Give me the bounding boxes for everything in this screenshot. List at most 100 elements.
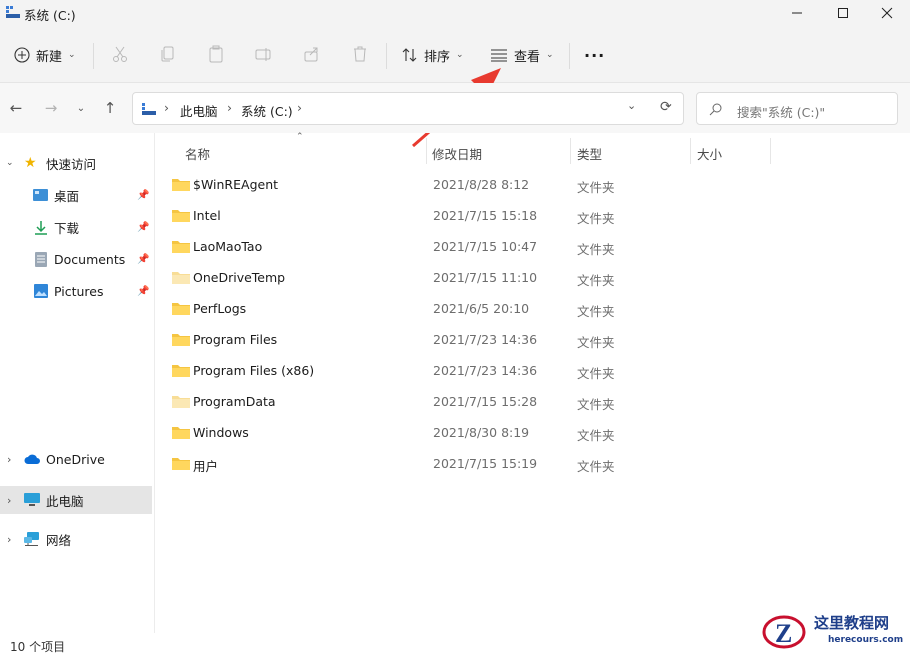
share-icon: [304, 47, 318, 62]
file-date: 2021/7/15 10:47: [433, 239, 538, 254]
sidebar-item-pictures[interactable]: Pictures 📌: [0, 278, 152, 304]
column-header-size[interactable]: 大小: [697, 144, 722, 163]
file-name: $WinREAgent: [193, 177, 279, 192]
rename-button[interactable]: [253, 43, 275, 65]
chevron-right-icon: ›: [7, 532, 12, 546]
file-row[interactable]: ProgramData 2021/7/15 15:28 文件夹: [160, 387, 880, 417]
forward-button[interactable]: →: [41, 97, 61, 119]
file-type: 文件夹: [577, 428, 615, 443]
watermark-logo-icon: Z: [762, 615, 806, 649]
new-button[interactable]: 新建 ⌄: [14, 41, 76, 69]
more-icon: ···: [584, 45, 606, 65]
sidebar-label-downloads: 下载: [54, 220, 80, 236]
paste-button[interactable]: [205, 43, 227, 65]
file-type: 文件夹: [577, 335, 615, 350]
breadcrumb-separator-icon: ›: [297, 100, 302, 115]
folder-icon: [172, 272, 190, 284]
folder-icon: [172, 241, 190, 253]
file-type: 文件夹: [577, 366, 615, 381]
sidebar-item-network[interactable]: › 网络: [0, 526, 152, 552]
sidebar-item-this-pc[interactable]: › 此电脑: [0, 486, 152, 514]
file-row[interactable]: LaoMaoTao 2021/7/15 10:47 文件夹: [160, 232, 880, 262]
file-type: 文件夹: [577, 211, 615, 226]
sidebar-item-onedrive[interactable]: › OneDrive: [0, 446, 152, 472]
file-date: 2021/7/15 15:28: [433, 394, 538, 409]
recent-locations-button[interactable]: ⌄: [71, 97, 91, 119]
sort-ascending-icon: ⌃: [296, 132, 304, 142]
sidebar-item-documents[interactable]: Documents 📌: [0, 246, 152, 272]
navigation-pane: [0, 133, 155, 633]
chevron-right-icon: ›: [7, 493, 12, 507]
file-row[interactable]: OneDriveTemp 2021/7/15 11:10 文件夹: [160, 263, 880, 293]
search-icon: [709, 103, 722, 116]
close-icon: [881, 7, 893, 19]
chevron-down-icon: ⌄: [68, 50, 76, 60]
delete-button[interactable]: [349, 43, 371, 65]
folder-icon: [172, 210, 190, 222]
desktop-icon: [33, 189, 48, 201]
chevron-down-icon: ⌄: [76, 102, 86, 114]
file-type: 文件夹: [577, 397, 615, 412]
pin-icon: 📌: [137, 285, 150, 297]
breadcrumb-separator-icon: ›: [227, 100, 232, 115]
copy-button[interactable]: [157, 43, 179, 65]
refresh-icon[interactable]: ⟳: [660, 99, 672, 115]
folder-icon: [172, 334, 190, 346]
pin-icon: 📌: [137, 189, 150, 201]
watermark-site-url: herecours.com: [828, 635, 904, 645]
column-header-type[interactable]: 类型: [577, 144, 602, 163]
download-icon: [35, 220, 47, 235]
pin-icon: 📌: [137, 253, 150, 265]
file-row[interactable]: Program Files (x86) 2021/7/23 14:36 文件夹: [160, 356, 880, 386]
svg-text:Z: Z: [775, 619, 792, 648]
sidebar-item-quick-access[interactable]: ⌄ ★ 快速访问: [0, 150, 152, 176]
up-button[interactable]: ↑: [100, 97, 120, 119]
file-type: 文件夹: [577, 273, 615, 288]
sidebar-item-downloads[interactable]: 下载 📌: [0, 214, 152, 240]
file-date: 2021/6/5 20:10: [433, 301, 530, 316]
maximize-icon: [838, 8, 848, 18]
file-name: 用户: [193, 459, 219, 474]
sidebar-item-desktop[interactable]: 桌面 📌: [0, 182, 152, 208]
address-dropdown-chevron-icon[interactable]: ⌄: [627, 99, 636, 112]
close-button[interactable]: [864, 0, 910, 26]
chevron-right-icon: ›: [7, 452, 12, 466]
file-row[interactable]: PerfLogs 2021/6/5 20:10 文件夹: [160, 294, 880, 324]
column-divider: [690, 138, 691, 164]
minimize-button[interactable]: [774, 0, 820, 26]
file-row[interactable]: Intel 2021/7/15 15:18 文件夹: [160, 201, 880, 231]
search-placeholder: 搜索"系统 (C:)": [737, 105, 826, 120]
column-divider: [770, 138, 771, 164]
file-row[interactable]: $WinREAgent 2021/8/28 8:12 文件夹: [160, 170, 880, 200]
file-name: Intel: [193, 208, 221, 223]
breadcrumb-drive[interactable]: 系统 (C:): [241, 101, 293, 120]
star-icon: ★: [24, 155, 37, 171]
breadcrumb-separator-icon: ›: [164, 100, 169, 115]
pin-icon: 📌: [137, 221, 150, 233]
item-count-status: 10 个项目: [10, 640, 66, 654]
column-header-date[interactable]: 修改日期: [432, 144, 482, 163]
sidebar-label-desktop: 桌面: [54, 188, 80, 204]
column-header-name[interactable]: 名称: [185, 144, 210, 163]
file-row[interactable]: Program Files 2021/7/23 14:36 文件夹: [160, 325, 880, 355]
chevron-down-icon: ⌄: [546, 50, 554, 60]
back-button[interactable]: ←: [6, 97, 26, 119]
address-bar[interactable]: › 此电脑 › 系统 (C:) › ⌄ ⟳: [132, 92, 684, 125]
breadcrumb-this-pc[interactable]: 此电脑: [180, 101, 218, 120]
share-button[interactable]: [301, 43, 323, 65]
more-options-button[interactable]: ···: [584, 41, 605, 69]
search-box[interactable]: 搜索"系统 (C:)": [696, 92, 898, 125]
scissors-icon: [113, 46, 127, 62]
pictures-icon: [34, 284, 48, 298]
file-row[interactable]: Windows 2021/8/30 8:19 文件夹: [160, 418, 880, 448]
plus-circle-icon: [14, 47, 30, 63]
file-name: Windows: [193, 425, 249, 440]
copy-icon: [161, 46, 174, 62]
file-name: LaoMaoTao: [193, 239, 263, 254]
cut-button[interactable]: [109, 43, 131, 65]
maximize-button[interactable]: [820, 0, 866, 26]
sidebar-label-pictures: Pictures: [54, 283, 104, 299]
folder-icon: [172, 303, 190, 315]
file-row[interactable]: 用户 2021/7/15 15:19 文件夹: [160, 449, 880, 479]
view-label: 查看: [514, 49, 541, 65]
